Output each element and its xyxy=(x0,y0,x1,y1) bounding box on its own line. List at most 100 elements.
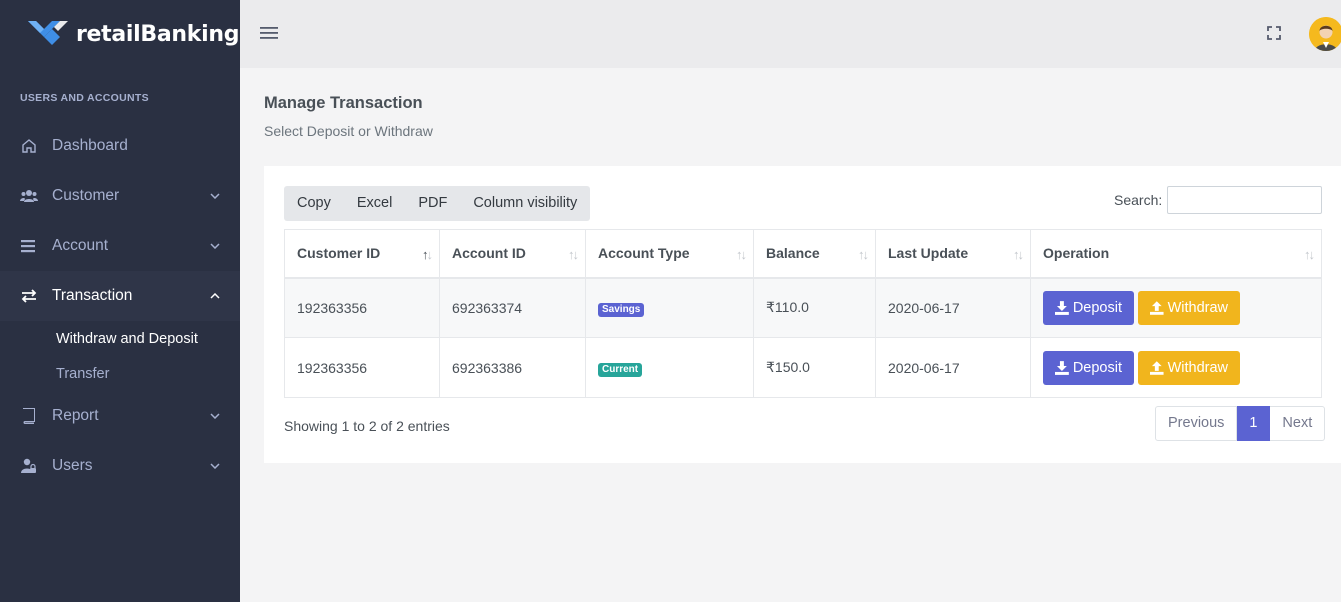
cell-customer-id: 192363356 xyxy=(284,277,440,338)
previous-page-button[interactable]: Previous xyxy=(1155,406,1238,441)
cell-account-id: 692363386 xyxy=(439,337,586,398)
withdraw-button[interactable]: Withdraw xyxy=(1138,290,1240,325)
bars-icon xyxy=(20,237,38,255)
chevron-down-icon xyxy=(210,191,220,201)
page-title: Manage Transaction xyxy=(264,94,423,112)
cell-balance: ₹150.0 xyxy=(753,337,876,398)
search-label: Search: xyxy=(1114,192,1163,208)
sidebar-item-dashboard[interactable]: Dashboard xyxy=(0,121,240,171)
column-header-label: Balance xyxy=(766,245,820,262)
transaction-card: Copy Excel PDF Column visibility Search:… xyxy=(264,166,1341,463)
menu-section-title: USERS AND ACCOUNTS xyxy=(20,92,149,104)
sidebar-item-users[interactable]: Users xyxy=(0,441,240,491)
sidebar-item-label: Users xyxy=(52,457,93,474)
column-header-account-id[interactable]: Account ID ↑↓ xyxy=(439,229,586,279)
fullscreen-icon[interactable] xyxy=(1266,25,1282,41)
column-header-label: Account ID xyxy=(452,245,526,262)
user-lock-icon xyxy=(20,457,38,475)
chevron-down-icon xyxy=(210,241,220,251)
download-icon xyxy=(1055,360,1069,375)
sidebar-item-transaction[interactable]: Transaction xyxy=(0,271,240,321)
cell-operation: Deposit Withdraw xyxy=(1030,277,1322,338)
cell-last-update: 2020-06-17 xyxy=(875,337,1031,398)
sidebar-menu-lower: Report Users xyxy=(0,391,240,491)
search-input[interactable] xyxy=(1167,186,1322,214)
column-header-label: Customer ID xyxy=(297,245,381,262)
sidebar-item-label: Transaction xyxy=(52,287,133,304)
cell-customer-id: 192363356 xyxy=(284,337,440,398)
column-header-balance[interactable]: Balance ↑↓ xyxy=(753,229,876,279)
sidebar-item-label: Account xyxy=(52,237,109,254)
pagination: Previous 1 Next xyxy=(1155,406,1326,441)
submenu-item-transfer[interactable]: Transfer xyxy=(0,356,240,391)
export-button-group: Copy Excel PDF Column visibility xyxy=(284,186,591,221)
sidebar-item-label: Dashboard xyxy=(52,137,128,154)
deposit-button[interactable]: Deposit xyxy=(1043,350,1134,385)
copy-button[interactable]: Copy xyxy=(284,186,344,221)
deposit-button-label: Deposit xyxy=(1072,359,1122,376)
withdraw-button[interactable]: Withdraw xyxy=(1138,350,1240,385)
transaction-submenu: Withdraw and Deposit Transfer xyxy=(0,321,240,391)
sort-icon: ↑↓ xyxy=(1013,247,1024,262)
pdf-button[interactable]: PDF xyxy=(405,186,460,221)
column-header-operation[interactable]: Operation ↑↓ xyxy=(1030,229,1322,279)
column-header-account-type[interactable]: Account Type ↑↓ xyxy=(585,229,754,279)
book-icon xyxy=(20,407,38,425)
deposit-button-label: Deposit xyxy=(1072,299,1122,316)
account-type-badge: Current xyxy=(598,362,643,377)
page-subtitle: Select Deposit or Withdraw xyxy=(264,123,433,139)
home-icon xyxy=(20,137,38,155)
users-icon xyxy=(20,187,38,205)
chevron-up-icon xyxy=(210,291,220,301)
sidebar-item-customer[interactable]: Customer xyxy=(0,171,240,221)
sidebar-menu: Dashboard Customer Account Transaction xyxy=(0,121,240,321)
upload-icon xyxy=(1150,300,1164,315)
next-page-button[interactable]: Next xyxy=(1270,406,1326,441)
topbar xyxy=(240,0,1341,68)
column-header-last-update[interactable]: Last Update ↑↓ xyxy=(875,229,1031,279)
column-header-label: Last Update xyxy=(888,245,969,262)
cell-operation: Deposit Withdraw xyxy=(1030,337,1322,398)
table-header-row: Customer ID ↑↓ Account ID ↑↓ Account Typ… xyxy=(284,229,1322,279)
chevron-down-icon xyxy=(210,411,220,421)
user-avatar[interactable] xyxy=(1309,17,1341,51)
submenu-item-withdraw-deposit[interactable]: Withdraw and Deposit xyxy=(0,321,240,356)
sort-icon: ↑↓ xyxy=(1304,247,1315,262)
sort-icon: ↑↓ xyxy=(736,247,747,262)
menu-toggle-icon[interactable] xyxy=(259,23,279,43)
deposit-button[interactable]: Deposit xyxy=(1043,290,1134,325)
cell-account-type: Savings xyxy=(585,277,754,338)
table-row: 192363356 692363386 Current ₹150.0 2020-… xyxy=(284,337,1322,398)
withdraw-button-label: Withdraw xyxy=(1167,359,1228,376)
sidebar-item-label: Report xyxy=(52,407,99,424)
excel-button[interactable]: Excel xyxy=(344,186,405,221)
logo-icon xyxy=(26,18,74,51)
column-visibility-button[interactable]: Column visibility xyxy=(460,186,590,221)
download-icon xyxy=(1055,300,1069,315)
column-header-label: Operation xyxy=(1043,245,1110,262)
sort-icon: ↑↓ xyxy=(568,247,579,262)
column-header-customer-id[interactable]: Customer ID ↑↓ xyxy=(284,229,440,279)
upload-icon xyxy=(1150,360,1164,375)
sidebar-item-label: Customer xyxy=(52,187,120,204)
chevron-down-icon xyxy=(210,461,220,471)
column-header-label: Account Type xyxy=(598,245,690,262)
brand[interactable]: retailBanking xyxy=(0,0,240,68)
table-row: 192363356 692363374 Savings ₹110.0 2020-… xyxy=(284,277,1322,338)
transaction-table: Customer ID ↑↓ Account ID ↑↓ Account Typ… xyxy=(284,229,1322,398)
sidebar-item-account[interactable]: Account xyxy=(0,221,240,271)
sidebar-item-report[interactable]: Report xyxy=(0,391,240,441)
brand-name: retailBanking xyxy=(76,21,240,47)
sidebar: retailBanking USERS AND ACCOUNTS Dashboa… xyxy=(0,0,240,602)
cell-account-type: Current xyxy=(585,337,754,398)
sort-asc-icon: ↑↓ xyxy=(422,247,433,262)
cell-last-update: 2020-06-17 xyxy=(875,277,1031,338)
cell-account-id: 692363374 xyxy=(439,277,586,338)
account-type-badge: Savings xyxy=(598,302,645,317)
cell-balance: ₹110.0 xyxy=(753,277,876,338)
withdraw-button-label: Withdraw xyxy=(1167,299,1228,316)
page-1-button[interactable]: 1 xyxy=(1237,406,1271,441)
exchange-icon xyxy=(20,287,38,305)
table-info: Showing 1 to 2 of 2 entries xyxy=(284,418,450,434)
sort-icon: ↑↓ xyxy=(858,247,869,262)
